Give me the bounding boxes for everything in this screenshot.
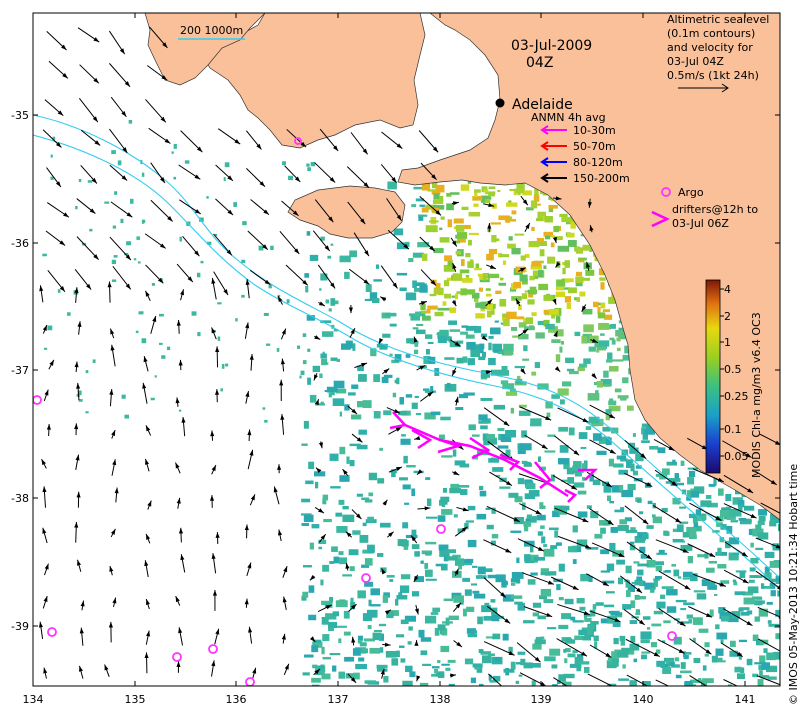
colorbar-label: MODIS Chl-a mg/m3 v6.4 OC3 xyxy=(750,312,763,478)
map-time: 04Z xyxy=(526,55,553,71)
argo-drifters-line-2: 03-Jul 06Z xyxy=(672,217,729,230)
x-tick-label: 140 xyxy=(633,693,654,706)
argo-label: Argo xyxy=(678,186,704,199)
x-tick-label: 139 xyxy=(531,693,552,706)
colorbar-tick: 4 xyxy=(724,283,731,296)
ocean-map: Adelaide 03-Jul-2009 04Z 200 1000m Altim… xyxy=(0,0,800,720)
colorbar-tick: 0.5 xyxy=(724,363,742,376)
x-tick-label: 134 xyxy=(23,693,44,706)
y-tick-label: -36 xyxy=(11,237,29,250)
x-tick-label: 138 xyxy=(430,693,451,706)
map-date: 03-Jul-2009 xyxy=(511,38,592,54)
x-tick-label: 135 xyxy=(125,693,146,706)
adelaide-marker xyxy=(496,99,505,108)
x-tick-label: 136 xyxy=(226,693,247,706)
anmn-label: 150-200m xyxy=(573,172,630,185)
scale-label: 200 1000m xyxy=(180,24,243,37)
y-tick-label: -38 xyxy=(11,492,29,505)
legend-line-2: (0.1m contours) xyxy=(667,27,755,40)
colorbar-tick: 0.1 xyxy=(724,423,742,436)
anmn-label: 80-120m xyxy=(573,156,623,169)
credit-text: © IMOS 05-May-2013 10:21:34 Hobart time xyxy=(787,464,800,705)
anmn-title: ANMN 4h avg xyxy=(531,111,606,124)
colorbar-tick: 0.05 xyxy=(724,450,749,463)
anmn-label: 10-30m xyxy=(573,124,616,137)
x-tick-label: 141 xyxy=(735,693,756,706)
x-tick-label: 137 xyxy=(328,693,349,706)
colorbar-tick: 2 xyxy=(724,310,731,323)
legend-line-3: and velocity for xyxy=(667,41,753,54)
y-tick-label: -37 xyxy=(11,364,29,377)
y-tick-label: -39 xyxy=(11,620,29,633)
legend-line-5: 0.5m/s (1kt 24h) xyxy=(667,69,759,82)
colorbar-tick: 0.25 xyxy=(724,390,749,403)
anmn-label: 50-70m xyxy=(573,140,616,153)
colorbar-tick: 1 xyxy=(724,336,731,349)
y-tick-label: -35 xyxy=(11,109,29,122)
argo-drifters-line-1: drifters@12h to xyxy=(672,203,758,216)
legend-line-1: Altimetric sealevel xyxy=(667,13,769,26)
legend-line-4: 03-Jul 04Z xyxy=(667,55,724,68)
map-canvas: Adelaide 03-Jul-2009 04Z 200 1000m Altim… xyxy=(0,0,800,720)
